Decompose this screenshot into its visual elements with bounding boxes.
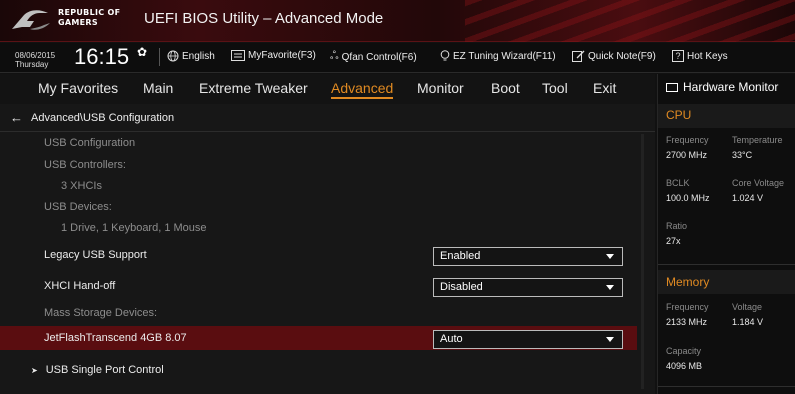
tab-monitor[interactable]: Monitor bbox=[417, 80, 464, 96]
qfan-label: Qfan Control(F6) bbox=[341, 51, 417, 63]
divider bbox=[0, 131, 655, 132]
tab-tool[interactable]: Tool bbox=[542, 80, 568, 96]
tab-exit[interactable]: Exit bbox=[593, 80, 616, 96]
mass-storage-label: Mass Storage Devices: bbox=[44, 307, 158, 319]
usb-single-port-label: USB Single Port Control bbox=[45, 364, 164, 376]
bclk-value: 100.0 MHz bbox=[666, 193, 710, 203]
capacity-value: 4096 MB bbox=[666, 361, 703, 371]
fan-icon: ஃ bbox=[330, 50, 339, 62]
breadcrumb-text: Advanced\USB Configuration bbox=[31, 111, 175, 124]
divider bbox=[658, 264, 795, 265]
chevron-down-icon bbox=[606, 285, 614, 290]
hot-keys-label: Hot Keys bbox=[687, 50, 728, 62]
hot-keys-button[interactable]: ? Hot Keys bbox=[672, 50, 728, 62]
xhci-handoff-label: XHCI Hand-off bbox=[44, 280, 116, 292]
back-arrow-icon[interactable]: ← bbox=[10, 110, 23, 125]
usb-controllers-value: 3 XHCIs bbox=[61, 180, 102, 192]
divider bbox=[658, 386, 795, 387]
language-button[interactable]: English bbox=[167, 50, 215, 62]
quick-note-button[interactable]: Quick Note(F9) bbox=[572, 50, 656, 62]
bclk-label: BCLK bbox=[666, 178, 690, 188]
hardware-monitor: Hardware Monitor CPU Frequency Temperatu… bbox=[657, 74, 795, 394]
brand-text: REPUBLIC OF GAMERS bbox=[58, 8, 120, 28]
cpu-section-title: CPU bbox=[666, 108, 692, 122]
brand-line-2: GAMERS bbox=[58, 18, 98, 27]
usb-configuration-label: USB Configuration bbox=[44, 137, 136, 149]
favorite-list-icon bbox=[231, 50, 245, 61]
memory-voltage-value: 1.184 V bbox=[732, 317, 764, 327]
legacy-usb-value: Enabled bbox=[440, 250, 481, 262]
hardware-monitor-title: Hardware Monitor bbox=[683, 80, 779, 94]
rog-logo-icon bbox=[12, 10, 50, 30]
scrollbar[interactable] bbox=[641, 134, 644, 389]
help-icon: ? bbox=[672, 50, 684, 62]
lightbulb-icon bbox=[440, 50, 450, 61]
breadcrumb[interactable]: ← Advanced\USB Configuration bbox=[10, 110, 174, 125]
info-bar: 08/06/2015 Thursday 16:15 ✿ English MyFa… bbox=[0, 43, 795, 73]
jetflash-select[interactable]: Auto bbox=[433, 330, 623, 349]
title-decoration bbox=[465, 0, 795, 42]
tab-boot[interactable]: Boot bbox=[491, 80, 520, 96]
tab-my-favorites[interactable]: My Favorites bbox=[38, 80, 118, 96]
ratio-label: Ratio bbox=[666, 221, 688, 231]
chevron-down-icon bbox=[606, 337, 614, 342]
brand-line-1: REPUBLIC OF bbox=[58, 8, 121, 17]
core-voltage-label: Core Voltage bbox=[732, 178, 785, 188]
qfan-button[interactable]: ஃ Qfan Control(F6) bbox=[330, 50, 417, 64]
monitor-icon bbox=[666, 82, 678, 92]
date-text: 08/06/2015 bbox=[15, 51, 56, 60]
chevron-down-icon bbox=[606, 254, 614, 259]
cpu-temperature-label: Temperature bbox=[732, 135, 783, 145]
ez-tuning-button[interactable]: EZ Tuning Wizard(F11) bbox=[440, 50, 556, 62]
cpu-temperature-value: 33°C bbox=[732, 150, 753, 160]
legacy-usb-label: Legacy USB Support bbox=[44, 249, 147, 261]
ez-tuning-label: EZ Tuning Wizard(F11) bbox=[453, 50, 556, 62]
date-display: 08/06/2015 Thursday bbox=[15, 51, 55, 69]
myfavorite-button[interactable]: MyFavorite(F3) bbox=[231, 50, 316, 61]
core-voltage-value: 1.024 V bbox=[732, 193, 764, 203]
ratio-value: 27x bbox=[666, 236, 681, 246]
hardware-monitor-header: Hardware Monitor bbox=[666, 80, 778, 94]
day-text: Thursday bbox=[15, 60, 49, 69]
jetflash-label: JetFlashTranscend 4GB 8.07 bbox=[44, 332, 187, 344]
tab-main[interactable]: Main bbox=[143, 80, 173, 96]
usb-controllers-label: USB Controllers: bbox=[44, 159, 126, 171]
tab-advanced[interactable]: Advanced bbox=[331, 80, 394, 99]
jetflash-value: Auto bbox=[440, 333, 463, 345]
memory-frequency-label: Frequency bbox=[666, 302, 709, 312]
xhci-handoff-select[interactable]: Disabled bbox=[433, 278, 623, 297]
cpu-frequency-value: 2700 MHz bbox=[666, 150, 708, 160]
cpu-frequency-label: Frequency bbox=[666, 135, 709, 145]
gear-icon[interactable]: ✿ bbox=[137, 45, 147, 59]
main-nav: My Favorites Main Extreme Tweaker Advanc… bbox=[0, 74, 655, 104]
globe-icon bbox=[167, 50, 179, 62]
capacity-label: Capacity bbox=[666, 346, 702, 356]
legacy-usb-select[interactable]: Enabled bbox=[433, 247, 623, 266]
usb-devices-label: USB Devices: bbox=[44, 201, 112, 213]
app-title: UEFI BIOS Utility – Advanced Mode bbox=[144, 10, 384, 27]
chevron-right-icon: ➤ bbox=[31, 365, 38, 375]
xhci-handoff-value: Disabled bbox=[440, 281, 483, 293]
settings-panel: ← Advanced\USB Configuration USB Configu… bbox=[0, 104, 655, 394]
quick-note-label: Quick Note(F9) bbox=[588, 50, 656, 62]
memory-section-title: Memory bbox=[666, 275, 710, 289]
tab-extreme-tweaker[interactable]: Extreme Tweaker bbox=[199, 80, 308, 96]
note-icon bbox=[572, 50, 585, 62]
memory-frequency-value: 2133 MHz bbox=[666, 317, 708, 327]
memory-voltage-label: Voltage bbox=[732, 302, 763, 312]
myfavorite-label: MyFavorite(F3) bbox=[248, 50, 316, 61]
usb-single-port-control-link[interactable]: ➤ USB Single Port Control bbox=[31, 364, 164, 376]
language-label: English bbox=[182, 50, 215, 62]
title-bar: REPUBLIC OF GAMERS UEFI BIOS Utility – A… bbox=[0, 0, 795, 42]
divider bbox=[159, 48, 160, 66]
clock: 16:15 bbox=[74, 44, 130, 69]
usb-devices-value: 1 Drive, 1 Keyboard, 1 Mouse bbox=[61, 222, 207, 234]
